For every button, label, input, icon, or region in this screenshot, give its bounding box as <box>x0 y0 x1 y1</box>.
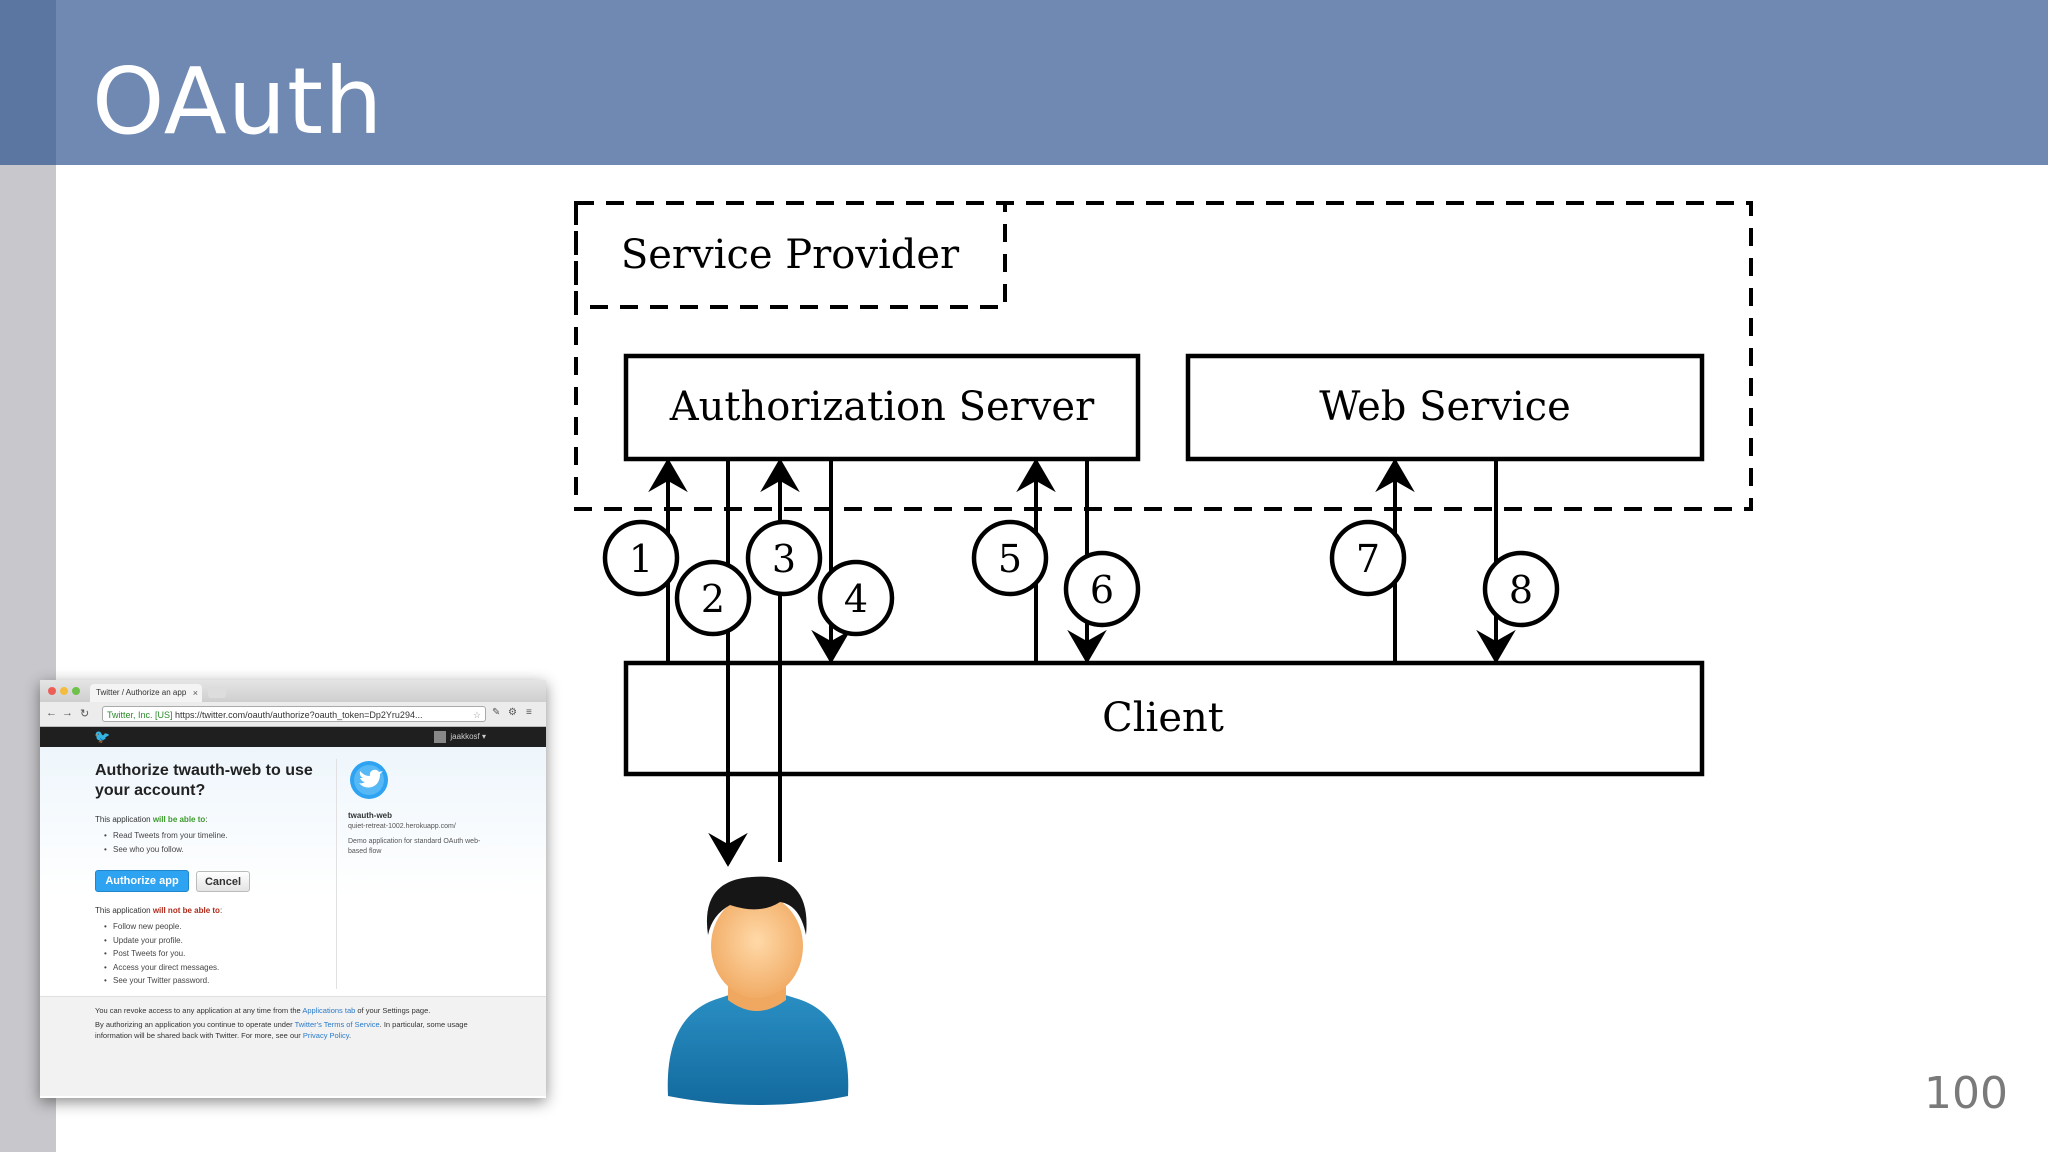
step-number-5: 5 <box>998 537 1022 581</box>
bookmark-star-icon[interactable]: ☆ <box>473 707 481 721</box>
wrench-icon[interactable]: ✎ <box>492 707 500 718</box>
step-number-4: 4 <box>844 577 868 621</box>
extension-icon[interactable]: ⚙ <box>508 707 517 718</box>
address-bar[interactable]: Twitter, Inc. [US] https://twitter.com/o… <box>102 706 486 722</box>
list-item: Follow new people. <box>104 920 219 934</box>
list-item: Post Tweets for you. <box>104 947 219 961</box>
new-tab-button[interactable] <box>208 686 226 698</box>
not-able-intro: This application will not be able to: <box>95 906 223 915</box>
authorize-footer: You can revoke access to any application… <box>40 996 546 1096</box>
applications-tab-link[interactable]: Applications tab <box>302 1006 355 1015</box>
step-circle-8: 8 <box>1482 550 1560 628</box>
step-number-2: 2 <box>701 577 725 621</box>
step-number-8: 8 <box>1509 568 1533 612</box>
forward-arrow-icon[interactable]: → <box>62 707 73 719</box>
secure-identity-label: Twitter, Inc. [US] <box>107 710 173 720</box>
step-number-7: 7 <box>1356 537 1380 581</box>
revoke-note: You can revoke access to any application… <box>95 1006 431 1015</box>
step-number-6: 6 <box>1090 568 1114 612</box>
twitter-topbar: 🐦 jaakkosf ▾ <box>40 727 546 747</box>
service-provider-label: Service Provider <box>621 232 960 278</box>
step-circle-1: 1 <box>602 519 680 597</box>
authorize-heading: Authorize twauth-web to use your account… <box>95 762 313 799</box>
browser-tabstrip: Twitter / Authorize an app × <box>40 680 546 702</box>
username: jaakkosf ▾ <box>450 732 486 742</box>
able-intro: This application will be able to: <box>95 815 208 824</box>
user-menu[interactable]: jaakkosf ▾ <box>434 731 486 743</box>
menu-icon[interactable]: ≡ <box>526 707 532 718</box>
step-circle-7: 7 <box>1329 519 1407 597</box>
step-circle-6: 6 <box>1063 550 1141 628</box>
browser-tab[interactable]: Twitter / Authorize an app × <box>90 684 202 702</box>
user-avatar-icon <box>667 876 849 1105</box>
authorize-content: Authorize twauth-web to use your account… <box>40 747 546 996</box>
list-item: See your Twitter password. <box>104 974 219 988</box>
step-circle-5: 5 <box>971 519 1049 597</box>
app-logo-icon <box>350 761 388 799</box>
tab-close-icon[interactable]: × <box>193 684 198 702</box>
not-able-list: Follow new people. Update your profile. … <box>103 920 219 988</box>
twitter-authorize-screenshot: Twitter / Authorize an app × ← → ↻ Twitt… <box>40 680 546 1098</box>
maximize-window-icon[interactable] <box>72 687 80 695</box>
privacy-policy-link[interactable]: Privacy Policy <box>303 1031 349 1040</box>
terms-note: By authorizing an application you contin… <box>95 1020 468 1040</box>
user-avatar <box>434 731 447 743</box>
step-circle-4: 4 <box>817 559 895 637</box>
step-number-3: 3 <box>772 537 796 581</box>
terms-of-service-link[interactable]: Twitter's Terms of Service <box>295 1020 380 1029</box>
cancel-button[interactable]: Cancel <box>196 871 250 892</box>
close-window-icon[interactable] <box>48 687 56 695</box>
page-number: 100 <box>1924 1068 2008 1119</box>
step-circle-3: 3 <box>745 519 823 597</box>
browser-toolbar: ← → ↻ Twitter, Inc. [US] https://twitter… <box>40 702 546 727</box>
authorization-server-label: Authorization Server <box>669 384 1095 430</box>
url-text: https://twitter.com/oauth/authorize?oaut… <box>175 710 423 720</box>
able-list: Read Tweets from your timeline. See who … <box>103 829 228 856</box>
list-item: Update your profile. <box>104 934 219 948</box>
authorize-app-button[interactable]: Authorize app <box>95 870 189 892</box>
app-description: Demo application for standard OAuth web-… <box>348 838 481 855</box>
web-service-label: Web Service <box>1319 384 1571 430</box>
step-number-1: 1 <box>629 537 653 581</box>
app-name: twauth-web <box>348 811 392 820</box>
minimize-window-icon[interactable] <box>60 687 68 695</box>
app-url[interactable]: quiet-retreat-1002.herokuapp.com/ <box>348 823 456 830</box>
back-arrow-icon[interactable]: ← <box>46 707 57 719</box>
reload-icon[interactable]: ↻ <box>80 707 89 720</box>
list-item: Access your direct messages. <box>104 961 219 975</box>
tab-title: Twitter / Authorize an app <box>96 688 187 697</box>
client-label: Client <box>1102 695 1224 741</box>
twitter-bird-icon[interactable]: 🐦 <box>94 729 110 745</box>
list-item: Read Tweets from your timeline. <box>104 829 228 843</box>
content-divider <box>336 759 337 989</box>
step-circle-2: 2 <box>674 559 752 637</box>
list-item: See who you follow. <box>104 843 228 857</box>
